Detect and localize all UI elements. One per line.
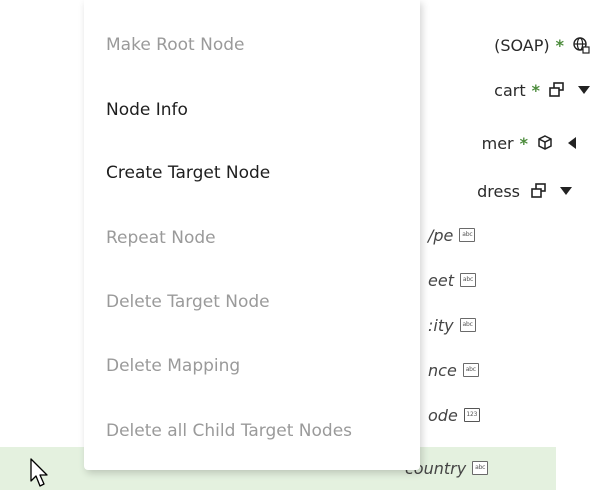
collection-icon (530, 182, 548, 200)
expand-caret-icon[interactable] (560, 186, 572, 196)
required-marker: * (519, 133, 528, 153)
tree-node-city[interactable]: :ity abc (428, 310, 476, 340)
menu-item-delete-mapping: Delete Mapping (106, 356, 241, 376)
tree-node-customer[interactable]: mer * (482, 128, 590, 158)
tree-node-label: eet (428, 270, 454, 290)
globe-icon (572, 36, 590, 54)
string-type-icon: abc (459, 318, 476, 332)
tree-node-label: cart (494, 80, 526, 100)
tree-node-street[interactable]: eet abc (428, 265, 476, 295)
required-marker: * (555, 35, 564, 55)
tree-node-label: nce (428, 360, 457, 380)
tree-node-label: mer (481, 133, 514, 153)
tree-node-province[interactable]: nce abc (428, 355, 479, 385)
collection-icon (548, 81, 566, 99)
string-type-icon: abc (462, 363, 479, 377)
string-type-icon: abc (459, 273, 476, 287)
tree-node-type[interactable]: /pe abc (428, 220, 476, 250)
cube-icon (536, 134, 554, 152)
tree-node-label: /pe (428, 225, 454, 245)
mouse-cursor-icon (30, 458, 50, 490)
tree-node-cart[interactable]: cart * (494, 75, 590, 105)
context-menu: Make Root Node Node Info Create Target N… (84, 0, 420, 470)
tree-node-label: :ity (428, 315, 454, 335)
tree-node-label: dress (477, 181, 520, 201)
tree-node-label: (SOAP) (494, 35, 550, 55)
tree-node-label: ode (428, 405, 458, 425)
mapper-canvas: (SOAP) * cart * mer * dress /pe abc eet … (0, 0, 590, 490)
required-marker: * (531, 80, 540, 100)
menu-item-delete-all-child-target-nodes: Delete all Child Target Nodes (106, 421, 353, 441)
number-type-icon: 123 (463, 408, 480, 422)
menu-item-delete-target-node: Delete Target Node (106, 292, 270, 312)
menu-item-create-target-node[interactable]: Create Target Node (106, 153, 270, 193)
tree-node-zip[interactable]: ode 123 (428, 400, 480, 430)
tree-node-soap[interactable]: (SOAP) * (494, 30, 590, 60)
string-type-icon: abc (472, 461, 489, 475)
tree-node-address[interactable]: dress (477, 176, 590, 206)
string-type-icon: abc (459, 228, 476, 242)
menu-item-make-root-node: Make Root Node (106, 35, 245, 55)
collapse-caret-icon[interactable] (568, 137, 576, 149)
menu-item-node-info[interactable]: Node Info (106, 90, 188, 130)
menu-item-repeat-node: Repeat Node (106, 228, 216, 248)
expand-caret-icon[interactable] (578, 85, 590, 95)
